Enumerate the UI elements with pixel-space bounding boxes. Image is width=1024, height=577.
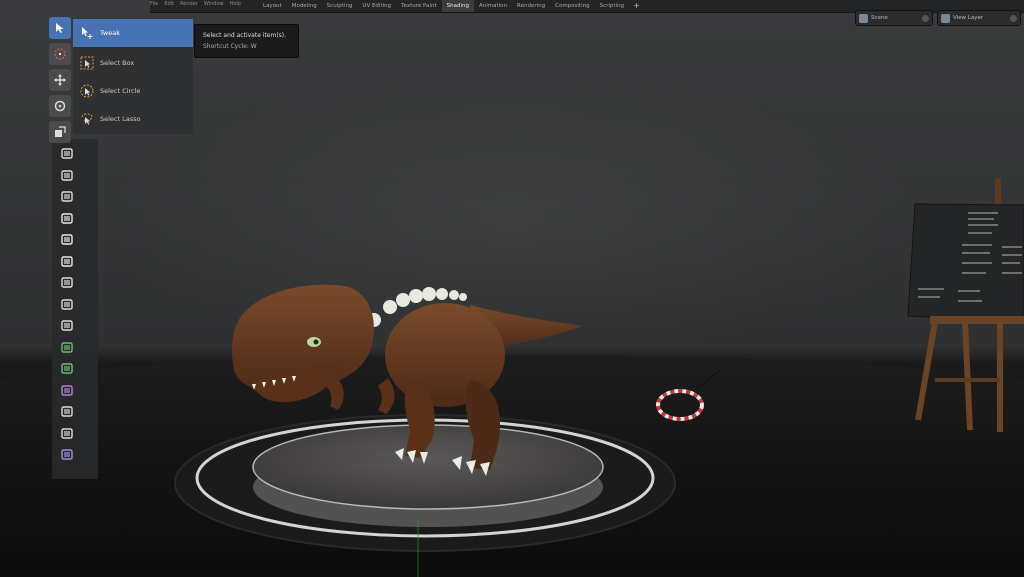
flyout-label-select-circle: Select Circle	[100, 87, 141, 95]
poly-build-icon[interactable]	[58, 338, 76, 356]
menu-file[interactable]: File	[150, 0, 158, 12]
tab-layout[interactable]: Layout	[258, 0, 287, 12]
copy-scene-icon[interactable]	[922, 14, 929, 22]
move-tool-button[interactable]	[49, 69, 71, 91]
knife-icon[interactable]	[58, 316, 76, 334]
menu-edit[interactable]: Edit	[164, 0, 174, 12]
striped-ring-object	[656, 369, 721, 421]
tab-sculpting[interactable]: Sculpting	[322, 0, 358, 12]
tool-tooltip: Select and activate item(s). Shortcut Cy…	[194, 24, 299, 58]
add-cube-icon[interactable]	[58, 209, 76, 227]
view-layer-label: View Layer	[953, 15, 984, 21]
tab-animation[interactable]: Animation	[474, 0, 512, 12]
tab-compositing[interactable]: Compositing	[550, 0, 594, 12]
flyout-item-tweak[interactable]: Tweak	[73, 19, 193, 47]
scale-icon	[55, 126, 66, 137]
extrude-icon[interactable]	[58, 230, 76, 248]
inset-icon[interactable]	[58, 252, 76, 270]
tab-shading[interactable]: Shading	[441, 0, 474, 12]
select-tool-button[interactable]	[49, 17, 71, 39]
spin-icon[interactable]	[58, 359, 76, 377]
flyout-label-select-box: Select Box	[100, 59, 135, 67]
rip-icon[interactable]	[58, 445, 76, 463]
transform-icon[interactable]	[58, 144, 76, 162]
menu-bar: File Edit Render Window Help	[150, 0, 241, 12]
scene-label: Scene	[871, 15, 888, 21]
scene-selector[interactable]: Scene	[855, 10, 933, 26]
tweak-icon	[79, 25, 95, 41]
flyout-item-select-circle[interactable]: Select Circle	[73, 77, 193, 105]
shear-icon[interactable]	[58, 424, 76, 442]
workspace-tabs: Layout Modeling Sculpting UV Editing Tex…	[258, 0, 644, 12]
rotate-icon	[54, 100, 66, 112]
flyout-item-select-lasso[interactable]: Select Lasso	[73, 105, 193, 133]
select-circle-icon	[79, 83, 95, 99]
select-arrow-icon	[56, 23, 64, 33]
copy-view-layer-icon[interactable]	[1010, 14, 1017, 22]
menu-help[interactable]: Help	[230, 0, 241, 12]
select-tool-flyout: Tweak Select Box Select Circle Select La…	[73, 19, 193, 134]
annotate-icon[interactable]	[58, 166, 76, 184]
tab-rendering[interactable]: Rendering	[512, 0, 550, 12]
cursor-icon	[54, 48, 66, 60]
flyout-label-tweak: Tweak	[100, 29, 120, 37]
smooth-icon[interactable]	[58, 381, 76, 399]
scene-icon	[859, 13, 868, 23]
select-box-icon	[79, 55, 95, 71]
view-layer-icon	[941, 13, 950, 23]
move-icon	[54, 74, 66, 86]
flyout-label-select-lasso: Select Lasso	[100, 115, 141, 123]
add-workspace-button[interactable]: +	[629, 0, 644, 12]
tab-uv-editing[interactable]: UV Editing	[357, 0, 396, 12]
tab-texture-paint[interactable]: Texture Paint	[396, 0, 442, 12]
select-lasso-icon	[79, 111, 95, 127]
tab-scripting[interactable]: Scripting	[595, 0, 629, 12]
measure-icon[interactable]	[58, 187, 76, 205]
tooltip-shortcut: Shortcut Cycle: W	[203, 43, 257, 50]
flyout-item-select-box[interactable]: Select Box	[73, 49, 193, 77]
shrink-fatten-icon[interactable]	[58, 402, 76, 420]
menu-window[interactable]: Window	[204, 0, 224, 12]
cursor-tool-button[interactable]	[49, 43, 71, 65]
easel-with-board	[907, 178, 1024, 432]
view-layer-selector[interactable]: View Layer	[937, 10, 1021, 26]
menu-render[interactable]: Render	[180, 0, 198, 12]
tab-modeling[interactable]: Modeling	[287, 0, 322, 12]
bevel-icon[interactable]	[58, 273, 76, 291]
tooltip-title: Select and activate item(s).	[203, 32, 287, 39]
rotate-tool-button[interactable]	[49, 95, 71, 117]
loop-cut-icon[interactable]	[58, 295, 76, 313]
scale-tool-button[interactable]	[49, 121, 71, 143]
